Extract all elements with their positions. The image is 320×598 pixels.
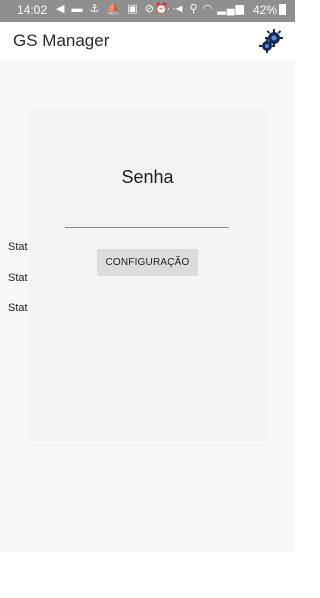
password-dialog: Senha CONFIGURAÇÃO (30, 109, 265, 440)
app-bar: GS Manager (0, 22, 295, 60)
stat-label-1: Stat (8, 241, 28, 253)
stat-label-3: Stat (8, 302, 28, 314)
status-time: 14:02 (17, 3, 48, 17)
app-title: GS Manager (13, 31, 110, 50)
stat-label-2: Stat (8, 272, 28, 284)
battery-indicator: 42% (253, 3, 286, 17)
battery-icon (279, 4, 286, 15)
battery-percent: 42% (252, 3, 277, 17)
status-bar: 14:02 ◀ ▬ ⚓ ⛵ ▣ ⊘ ··· ⏰ ◄ ⚲ ◠ ▂▄▆ 42% (0, 0, 295, 22)
password-input[interactable] (65, 213, 229, 228)
system-icons: ⏰ ◄ ⚲ ◠ ▂▄▆ (154, 3, 245, 15)
gears-icon[interactable] (258, 28, 284, 54)
dialog-title: Senha (121, 167, 174, 187)
configuration-button[interactable]: CONFIGURAÇÃO (97, 249, 198, 276)
